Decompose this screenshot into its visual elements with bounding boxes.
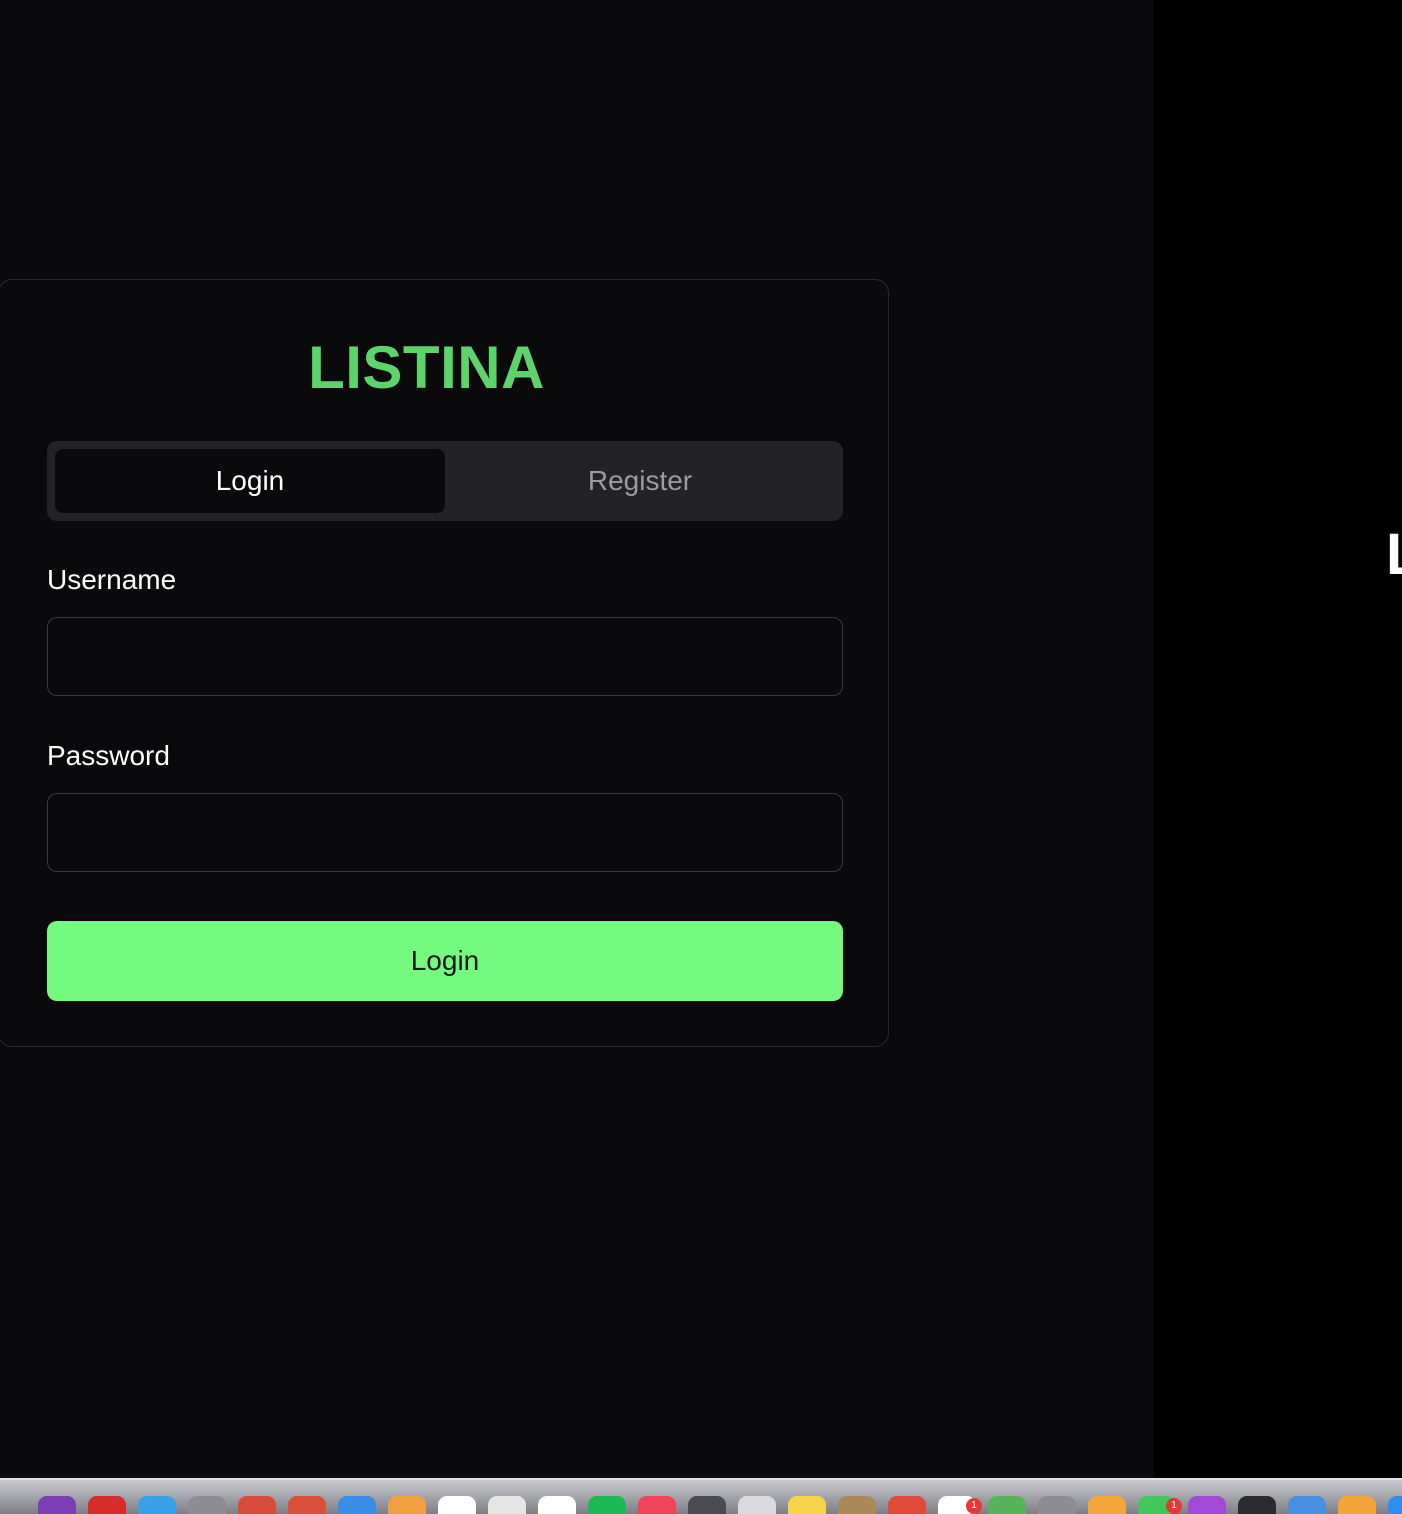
login-submit-button[interactable]: Login <box>47 921 843 1001</box>
red-app-icon[interactable] <box>288 1496 326 1514</box>
dock: 11 <box>0 1478 1402 1514</box>
username-label: Username <box>47 564 177 595</box>
safari-icon[interactable] <box>338 1496 376 1514</box>
orange-app-icon[interactable] <box>1088 1496 1126 1514</box>
pencil-icon[interactable] <box>738 1496 776 1514</box>
tab-login[interactable]: Login <box>55 449 445 513</box>
terminal-icon[interactable] <box>1238 1496 1276 1514</box>
brand-title: LISTINA <box>308 334 545 401</box>
calendar-icon[interactable] <box>888 1496 926 1514</box>
main-area: LISTINA Login Register Username Password… <box>0 0 1154 1478</box>
podcast-icon[interactable] <box>38 1496 76 1514</box>
spotify-icon[interactable] <box>588 1496 626 1514</box>
notes-icon[interactable] <box>438 1496 476 1514</box>
activity-monitor-icon[interactable] <box>488 1496 526 1514</box>
blue-app-icon[interactable] <box>1288 1496 1326 1514</box>
password-label: Password <box>47 740 170 771</box>
finder-icon[interactable] <box>138 1496 176 1514</box>
blue-tool-icon[interactable] <box>1388 1496 1402 1514</box>
settings-icon[interactable] <box>688 1496 726 1514</box>
music-icon[interactable] <box>638 1496 676 1514</box>
app-window: LISTINA Login Register Username Password… <box>0 0 1402 1514</box>
right-panel: L <box>1154 0 1402 1478</box>
notification-badge: 1 <box>966 1498 982 1514</box>
magnifier-icon[interactable] <box>1038 1496 1076 1514</box>
archive-icon[interactable] <box>838 1496 876 1514</box>
maps-icon[interactable] <box>988 1496 1026 1514</box>
tab-register[interactable]: Register <box>445 449 835 513</box>
auth-tabs: Login Register <box>47 441 843 521</box>
home-icon[interactable] <box>538 1496 576 1514</box>
podcasts-icon[interactable] <box>1188 1496 1226 1514</box>
auth-card: LISTINA Login Register Username Password… <box>0 279 889 1047</box>
stickies-icon[interactable] <box>788 1496 826 1514</box>
notification-badge: 1 <box>1166 1498 1182 1514</box>
photos-icon[interactable] <box>388 1496 426 1514</box>
username-input[interactable] <box>47 617 843 696</box>
clipped-heading: L <box>1386 526 1402 584</box>
search-icon[interactable] <box>188 1496 226 1514</box>
orange-folder-icon[interactable] <box>1338 1496 1376 1514</box>
opera-icon[interactable] <box>88 1496 126 1514</box>
calendar-app-icon[interactable] <box>238 1496 276 1514</box>
password-input[interactable] <box>47 793 843 872</box>
